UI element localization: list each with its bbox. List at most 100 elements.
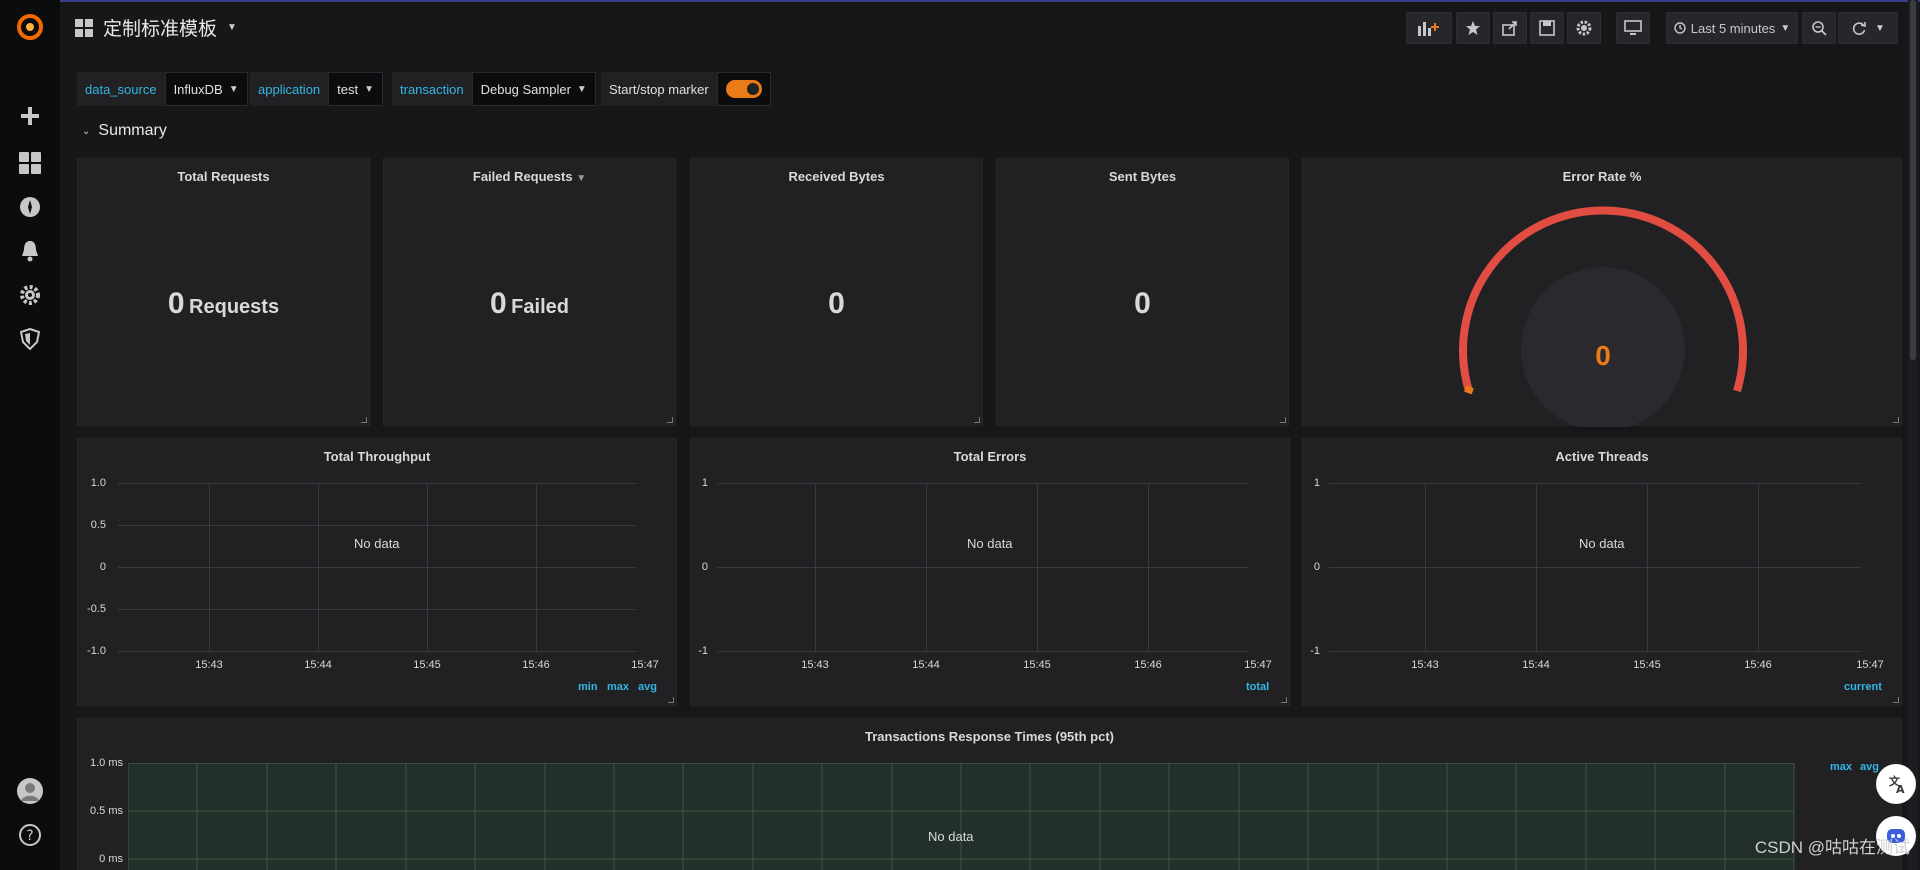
create-plus-icon[interactable] xyxy=(15,101,45,131)
stat-panel-received-bytes: Received Bytes 0 xyxy=(690,158,983,426)
translate-icon: 文A xyxy=(1889,774,1905,795)
variable-start-stop-marker: Start/stop marker xyxy=(601,72,771,106)
grid-line xyxy=(427,483,428,651)
grid-line xyxy=(1329,651,1861,652)
save-button[interactable] xyxy=(1530,12,1564,44)
refresh-button[interactable]: ▼ xyxy=(1838,12,1898,44)
grid-line xyxy=(536,483,537,651)
resize-handle[interactable] xyxy=(1280,417,1286,423)
x-tick-label: 15:46 xyxy=(522,659,550,671)
no-data-message: No data xyxy=(354,536,400,551)
refresh-icon xyxy=(1852,22,1866,35)
x-tick-label: 15:43 xyxy=(801,659,829,671)
variable-value: InfluxDB xyxy=(173,81,223,97)
star-icon xyxy=(1466,21,1480,35)
panel-title[interactable]: Failed Requests ▼ xyxy=(384,169,675,184)
settings-button[interactable] xyxy=(1567,12,1601,44)
legend-header-min[interactable]: min xyxy=(578,681,598,693)
grid-line xyxy=(717,567,1249,568)
chevron-down-icon: ▼ xyxy=(227,22,237,33)
variable-label: Start/stop marker xyxy=(601,72,717,106)
configuration-gear-icon[interactable] xyxy=(15,280,45,310)
x-tick-label: 15:46 xyxy=(1134,659,1162,671)
resize-handle[interactable] xyxy=(974,417,980,423)
resize-handle[interactable] xyxy=(667,417,673,423)
alerting-bell-icon[interactable] xyxy=(15,236,45,266)
grid-line xyxy=(118,609,636,610)
grafana-logo-icon[interactable] xyxy=(15,12,45,42)
add-panel-button[interactable] xyxy=(1406,12,1452,44)
legend-header-max[interactable]: max xyxy=(607,681,629,693)
dashboard-grid-icon xyxy=(75,18,93,37)
top-accent-line xyxy=(0,0,1920,2)
grid-line xyxy=(1536,483,1537,651)
resize-handle[interactable] xyxy=(668,697,674,703)
panel-title[interactable]: Transactions Response Times (95th pct) xyxy=(78,729,1901,744)
grid-line xyxy=(1647,483,1648,651)
server-admin-shield-icon[interactable] xyxy=(15,324,45,354)
row-header-summary[interactable]: ⌄ Summary xyxy=(82,122,167,140)
panel-title[interactable]: Sent Bytes xyxy=(997,169,1288,184)
resize-handle[interactable] xyxy=(1893,417,1899,423)
translate-floating-button[interactable]: 文A xyxy=(1876,764,1916,804)
dashboards-grid-icon[interactable] xyxy=(15,148,45,178)
scrollbar-thumb[interactable] xyxy=(1910,0,1916,360)
dashboard-title-picker[interactable]: 定制标准模板 ▼ xyxy=(75,14,237,41)
no-data-message: No data xyxy=(967,536,1013,551)
legend-header-avg[interactable]: avg xyxy=(638,681,657,693)
monitor-icon xyxy=(1624,20,1642,35)
chevron-down-icon: ▼ xyxy=(1875,22,1885,34)
time-range-label: Last 5 minutes xyxy=(1690,20,1776,36)
panel-title[interactable]: Total Throughput xyxy=(78,449,676,464)
page-scrollbar[interactable] xyxy=(1908,0,1918,870)
stat-panel-sent-bytes: Sent Bytes 0 xyxy=(996,158,1289,426)
panel-title[interactable]: Received Bytes xyxy=(691,169,982,184)
legend-header-max[interactable]: max xyxy=(1830,761,1852,773)
variable-select[interactable]: Debug Sampler ▼ xyxy=(471,72,596,106)
stat-number: 0 xyxy=(167,287,185,320)
variable-select[interactable]: test ▼ xyxy=(328,72,384,106)
grid-line xyxy=(1148,483,1149,651)
x-tick-label: 15:45 xyxy=(413,659,441,671)
x-tick-label: 15:45 xyxy=(1023,659,1051,671)
legend-header-current[interactable]: current xyxy=(1844,681,1882,693)
x-tick-label: 15:43 xyxy=(1411,659,1439,671)
gauge-chart: 0 xyxy=(1459,206,1747,427)
zoom-out-button[interactable] xyxy=(1802,12,1836,44)
variable-value: test xyxy=(337,81,359,97)
y-tick-label: -1 xyxy=(698,645,708,657)
stat-number: 0 xyxy=(490,287,507,320)
grid-line xyxy=(1758,483,1759,651)
grid-line xyxy=(1037,483,1038,651)
resize-handle[interactable] xyxy=(361,417,367,423)
resize-handle[interactable] xyxy=(1281,697,1287,703)
marker-toggle[interactable] xyxy=(716,72,771,106)
clock-icon xyxy=(1674,22,1686,34)
toggle-switch[interactable] xyxy=(725,80,762,98)
y-tick-label: 1.0 ms xyxy=(89,757,123,769)
legend-header-avg[interactable]: avg xyxy=(1860,761,1879,773)
chevron-down-icon: ▼ xyxy=(1780,22,1791,34)
share-button[interactable] xyxy=(1493,12,1527,44)
gauge-panel-error-rate: Error Rate % 0 xyxy=(1302,158,1902,427)
explore-compass-icon[interactable] xyxy=(15,192,45,222)
legend-header-total[interactable]: total xyxy=(1246,681,1269,693)
response-times-plot xyxy=(128,763,1795,870)
view-mode-button[interactable] xyxy=(1616,12,1650,44)
y-tick-label: -1.0 xyxy=(87,645,106,657)
variable-select[interactable]: InfluxDB ▼ xyxy=(164,72,248,106)
panel-title[interactable]: Total Requests xyxy=(78,169,369,184)
chevron-down-icon: ▼ xyxy=(228,83,239,95)
row-title: Summary xyxy=(98,122,167,139)
help-question-icon[interactable]: ? xyxy=(15,820,45,850)
star-button[interactable] xyxy=(1456,12,1490,44)
user-avatar-icon[interactable] xyxy=(15,776,45,806)
dashboard-title: 定制标准模板 xyxy=(103,19,218,40)
stat-panel-total-requests: Total Requests 0 Requests xyxy=(77,158,370,426)
panel-title[interactable]: Total Errors xyxy=(691,449,1289,464)
y-tick-label: 0.5 ms xyxy=(89,805,123,817)
panel-title[interactable]: Active Threads xyxy=(1303,449,1901,464)
resize-handle[interactable] xyxy=(1893,697,1899,703)
x-tick-label: 15:44 xyxy=(912,659,940,671)
time-range-picker[interactable]: Last 5 minutes ▼ xyxy=(1666,12,1798,44)
